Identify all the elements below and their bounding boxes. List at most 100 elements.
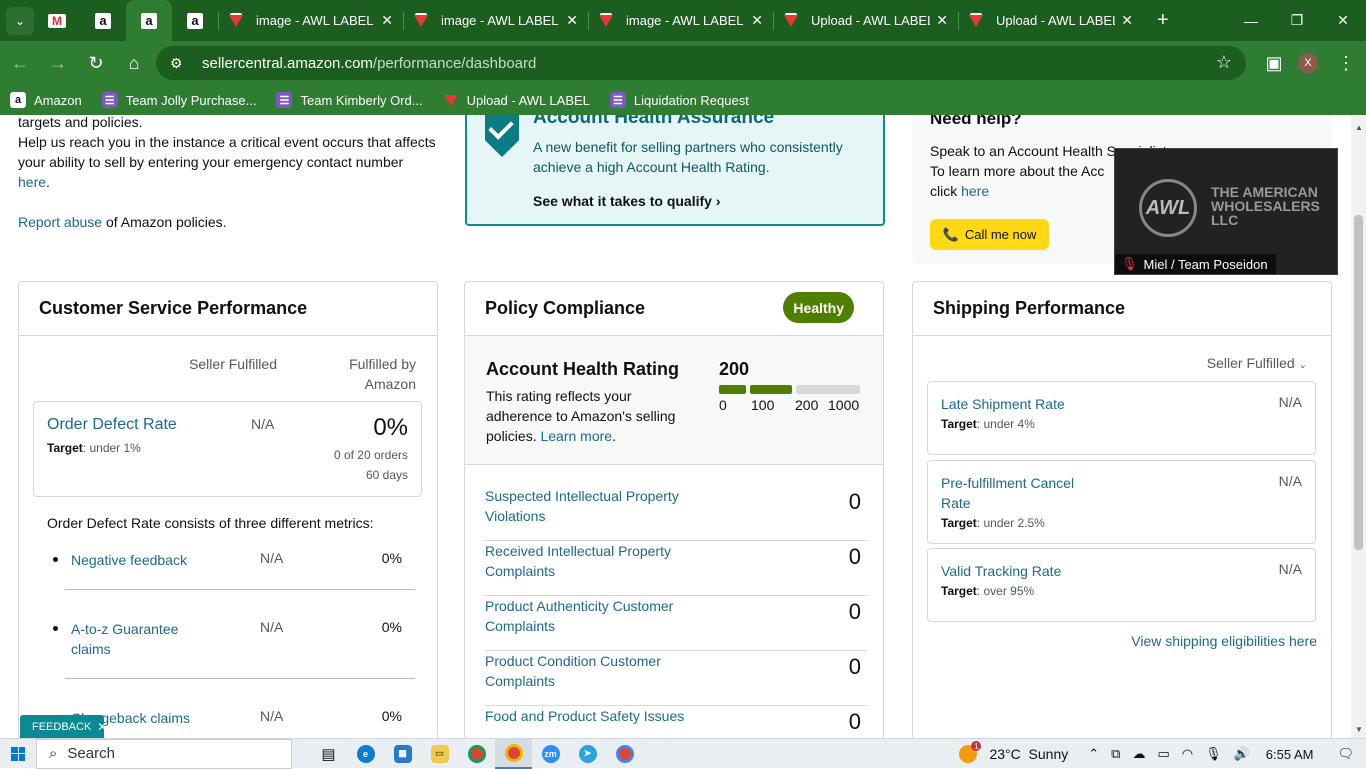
bookmark-star-icon[interactable]: ☆ bbox=[1216, 52, 1232, 73]
policy-link[interactable]: Food and Product Safety Issues bbox=[485, 706, 705, 726]
call-me-now-button[interactable]: 📞 Call me now bbox=[930, 219, 1049, 250]
chevron-down-icon: ⌄ bbox=[1298, 360, 1307, 371]
browser-tab[interactable]: Upload - AWL LABEL ✕ bbox=[958, 0, 1143, 41]
report-abuse-link[interactable]: Report abuse bbox=[18, 214, 102, 230]
close-icon[interactable]: ✕ bbox=[566, 12, 578, 29]
minimize-button[interactable]: — bbox=[1228, 0, 1274, 41]
learn-more-link[interactable]: Learn more bbox=[540, 428, 612, 444]
taskbar-search[interactable]: ⌕ Search bbox=[36, 738, 292, 769]
amazon-icon: a bbox=[10, 92, 26, 108]
wifi-icon[interactable]: ◠ bbox=[1182, 746, 1193, 762]
profile-avatar[interactable]: X bbox=[1298, 53, 1318, 73]
qualify-link[interactable]: See what it takes to qualify › bbox=[533, 193, 721, 209]
file-explorer-icon[interactable]: ▭ bbox=[421, 739, 458, 769]
close-icon[interactable]: ✕ bbox=[751, 12, 763, 29]
start-button[interactable] bbox=[0, 739, 36, 769]
policy-link[interactable]: Received Intellectual Property Complaint… bbox=[485, 541, 705, 581]
side-panel-button[interactable]: ▣ bbox=[1256, 45, 1292, 81]
edge-icon[interactable]: e bbox=[347, 739, 384, 769]
page-scrollbar[interactable]: ▲ ▼ bbox=[1351, 115, 1366, 738]
microphone-icon[interactable]: 🎙 bbox=[1205, 746, 1222, 762]
bookmark-team-jolly[interactable]: ☰ Team Jolly Purchase... bbox=[101, 92, 256, 108]
policy-link[interactable]: Suspected Intellectual Property Violatio… bbox=[485, 486, 705, 526]
col-fba-line: Amazon bbox=[364, 376, 416, 392]
punct: . bbox=[612, 428, 616, 444]
new-tab-button[interactable]: + bbox=[1157, 9, 1169, 32]
shipping-link[interactable]: Late Shipment Rate bbox=[941, 394, 1101, 414]
order-defect-rate-box: Order Defect Rate Target: under 1% N/A 0… bbox=[33, 401, 422, 497]
pinned-tab-amazon-1[interactable]: a bbox=[80, 0, 126, 41]
network-icon[interactable]: ▭ bbox=[1157, 746, 1169, 762]
feedback-button[interactable]: FEEDBACK ✕ bbox=[20, 715, 107, 738]
store-icon[interactable]: ▦ bbox=[384, 739, 421, 769]
reload-button[interactable]: ↻ bbox=[78, 45, 114, 81]
close-icon[interactable]: ✕ bbox=[936, 12, 948, 29]
chrome-profile-icon[interactable] bbox=[606, 739, 643, 769]
browser-tab[interactable]: image - AWL LABEL ✕ bbox=[218, 0, 403, 41]
address-bar[interactable]: ⚙ sellercentral.amazon.com/performance/d… bbox=[156, 46, 1246, 80]
browser-tab[interactable]: image - AWL LABEL ✕ bbox=[403, 0, 588, 41]
close-window-button[interactable]: ✕ bbox=[1320, 0, 1366, 41]
policy-row[interactable]: Product Condition Customer Complaints 0 bbox=[485, 651, 867, 706]
shipping-target: Target: over 95% bbox=[941, 584, 1034, 598]
site-info-icon[interactable]: ⚙ bbox=[170, 55, 190, 72]
policy-row[interactable]: Food and Product Safety Issues 0 bbox=[485, 706, 867, 738]
bookmark-liquidation[interactable]: ☰ Liquidation Request bbox=[609, 92, 749, 108]
scroll-up-icon[interactable]: ▲ bbox=[1355, 123, 1363, 132]
shipping-eligibilities-link[interactable]: View shipping eligibilities here bbox=[1131, 633, 1317, 649]
search-icon: ⌕ bbox=[49, 745, 58, 762]
odr-link[interactable]: Order Defect Rate bbox=[47, 416, 177, 434]
video-call-overlay[interactable]: AWL THE AMERICAN WHOLESALERS LLC 🎙 Miel /… bbox=[1114, 148, 1338, 275]
amazon-icon: a bbox=[141, 12, 157, 29]
scroll-down-icon[interactable]: ▼ bbox=[1355, 725, 1363, 734]
policy-row[interactable]: Received Intellectual Property Complaint… bbox=[485, 541, 867, 596]
task-view-icon[interactable]: ▤ bbox=[310, 739, 347, 769]
pinned-tab-amazon-2[interactable]: a bbox=[172, 0, 218, 41]
close-icon[interactable]: ✕ bbox=[381, 12, 393, 29]
shipping-row: Pre-fulfillment Cancel Rate N/A Target: un… bbox=[927, 460, 1316, 544]
fulfillment-dropdown[interactable]: Seller Fulfilled ⌄ bbox=[1207, 355, 1307, 371]
weather-sun-icon[interactable]: 1 bbox=[959, 741, 982, 763]
clock[interactable]: 6:55 AM bbox=[1266, 747, 1314, 762]
help-here-link[interactable]: here bbox=[961, 183, 989, 199]
target-value: : over 95% bbox=[976, 584, 1035, 598]
target-value: : under 1% bbox=[82, 441, 141, 455]
chrome-active-icon[interactable] bbox=[495, 738, 532, 769]
home-button[interactable]: ⌂ bbox=[116, 45, 152, 81]
tab-search-button[interactable]: ⌄ bbox=[6, 6, 34, 35]
chevron-up-icon[interactable]: ⌃ bbox=[1088, 746, 1099, 762]
back-button[interactable]: ← bbox=[2, 45, 38, 81]
bookmarks-bar: a Amazon ☰ Team Jolly Purchase... ☰ Team Ki… bbox=[0, 85, 1366, 115]
pinned-tab-gmail[interactable]: M bbox=[34, 0, 80, 41]
policy-row[interactable]: Product Authenticity Customer Complaints… bbox=[485, 596, 867, 651]
meet-now-icon[interactable]: ⧉ bbox=[1111, 746, 1120, 762]
volume-icon[interactable]: 🔊 bbox=[1234, 746, 1250, 762]
metric-link[interactable]: Negative feedback bbox=[71, 550, 201, 570]
restore-button[interactable]: ❐ bbox=[1274, 0, 1320, 41]
policy-link[interactable]: Product Authenticity Customer Complaints bbox=[485, 596, 705, 636]
chrome-icon[interactable] bbox=[458, 739, 495, 769]
weather-text[interactable]: 23°C Sunny bbox=[989, 746, 1068, 762]
telegram-icon[interactable]: ➤ bbox=[569, 739, 606, 769]
menu-icon[interactable]: ⋮ bbox=[1328, 45, 1364, 81]
notifications-icon[interactable]: 🗨 bbox=[1337, 746, 1354, 762]
metric-link[interactable]: A-to-z Guarantee claims bbox=[71, 619, 201, 659]
policy-count: 0 bbox=[848, 544, 861, 569]
bookmark-upload-awl[interactable]: Upload - AWL LABEL bbox=[443, 92, 590, 108]
browser-tab[interactable]: image - AWL LABEL ✕ bbox=[588, 0, 773, 41]
zoom-icon[interactable]: zm bbox=[532, 739, 569, 769]
bookmark-amazon[interactable]: a Amazon bbox=[10, 92, 82, 108]
shipping-link[interactable]: Pre-fulfillment Cancel Rate bbox=[941, 473, 1101, 513]
browser-tab[interactable]: Upload - AWL LABEL ✕ bbox=[773, 0, 958, 41]
emergency-contact-link[interactable]: here bbox=[18, 174, 46, 190]
policy-row[interactable]: Suspected Intellectual Property Violatio… bbox=[485, 486, 867, 541]
forward-button[interactable]: → bbox=[40, 45, 76, 81]
pinned-tab-amazon-active[interactable]: a bbox=[126, 0, 172, 41]
close-icon[interactable]: ✕ bbox=[1121, 12, 1133, 29]
onedrive-icon[interactable]: ☁ bbox=[1132, 746, 1145, 762]
bookmark-team-kimberly[interactable]: ☰ Team Kimberly Ord... bbox=[276, 92, 423, 108]
shipping-link[interactable]: Valid Tracking Rate bbox=[941, 561, 1101, 581]
scrollbar-thumb[interactable] bbox=[1354, 215, 1363, 550]
policy-link[interactable]: Product Condition Customer Complaints bbox=[485, 651, 705, 691]
close-icon[interactable]: ✕ bbox=[97, 720, 107, 734]
